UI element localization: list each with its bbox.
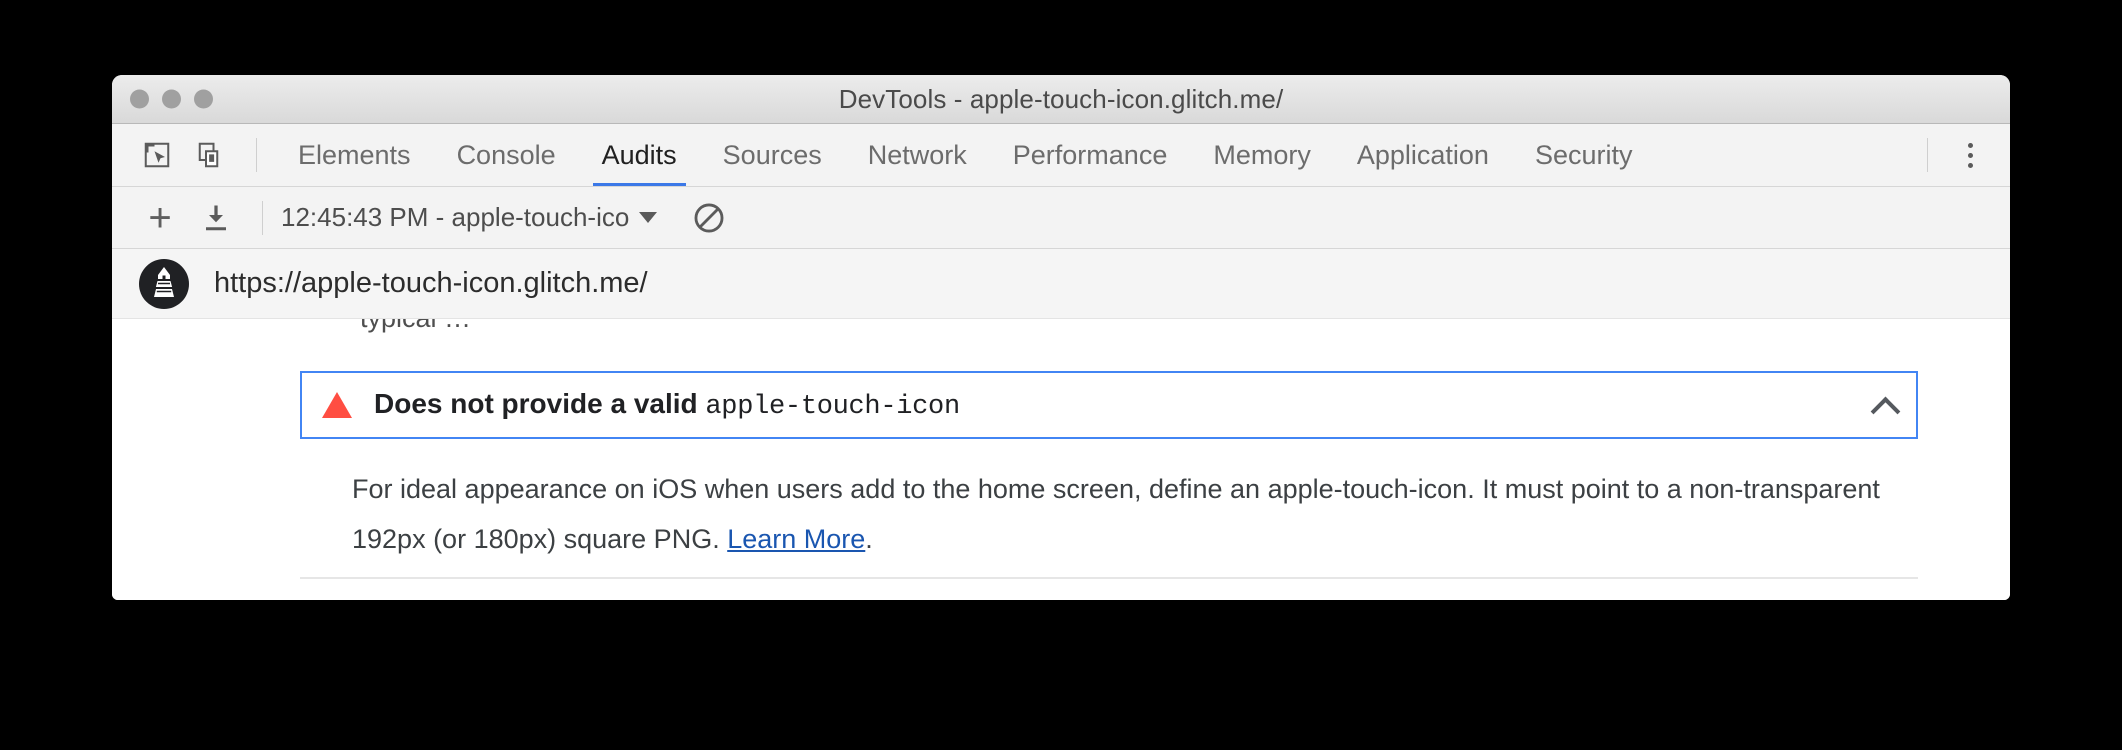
import-audit-icon[interactable] [188,195,244,241]
tab-console[interactable]: Console [434,124,579,186]
more-options-icon[interactable] [1946,132,1994,178]
warning-triangle-icon [322,392,352,418]
tab-label: Application [1356,139,1489,170]
zoom-button[interactable] [194,89,213,109]
audit-item-apple-touch-icon[interactable]: Does not provide a valid apple-touch-ico… [300,371,1918,439]
window-title: DevTools - apple-touch-icon.glitch.me/ [838,83,1284,114]
tab-elements[interactable]: Elements [275,124,434,186]
audit-run-dropdown[interactable]: 12:45:43 PM - apple-touch-ico [281,202,658,233]
audit-title-text: Does not provide a valid [374,388,706,419]
tab-performance[interactable]: Performance [990,124,1191,186]
tab-sources[interactable]: Sources [700,124,845,186]
audit-description-period: . [865,524,873,554]
audit-description-text: For ideal appearance on iOS when users a… [352,474,1880,554]
tab-label: Memory [1213,139,1311,170]
audited-url: https://apple-touch-icon.glitch.me/ [214,267,648,299]
tab-security[interactable]: Security [1512,124,1656,186]
inspect-element-icon[interactable] [130,132,184,178]
chevron-up-icon[interactable] [1872,392,1898,418]
chevron-down-icon [639,212,658,223]
clipped-text-above: typical … [360,319,471,334]
tab-label: Sources [722,139,822,170]
audit-description: For ideal appearance on iOS when users a… [352,464,1947,564]
tab-application[interactable]: Application [1334,124,1512,186]
report-url-row: https://apple-touch-icon.glitch.me/ [112,249,2010,319]
toolbar-divider [256,138,257,172]
tab-label: Elements [298,139,411,170]
tab-memory[interactable]: Memory [1190,124,1334,186]
audit-run-label: 12:45:43 PM - apple-touch-ico [281,202,630,232]
devtools-tabbar: Elements Console Audits Sources Network … [112,124,2010,187]
new-audit-button[interactable]: + [132,195,188,241]
learn-more-link[interactable]: Learn More [727,524,865,554]
traffic-light-group [130,89,213,109]
audits-toolbar: + 12:45:43 PM - apple-touch-ico [112,187,2010,249]
tabbar-right-group [1909,132,2010,178]
tabbar-divider [1927,138,1928,172]
lighthouse-logo [138,258,190,310]
tab-label: Audits [601,139,677,170]
tab-label: Network [867,139,967,170]
minimize-button[interactable] [162,89,181,109]
tab-audits[interactable]: Audits [579,124,700,186]
tab-label: Performance [1012,139,1168,170]
device-toolbar-icon[interactable] [184,132,238,178]
audit-report-body: typical … Does not provide a valid apple… [112,319,2010,600]
window-titlebar: DevTools - apple-touch-icon.glitch.me/ [112,75,2010,124]
audits-toolbar-divider [262,200,263,235]
devtools-window: DevTools - apple-touch-icon.glitch.me/ E… [112,75,2010,600]
tab-network[interactable]: Network [845,124,990,186]
close-button[interactable] [130,89,149,109]
tab-label: Console [456,139,556,170]
kebab-dot [1967,152,1973,158]
tab-label: Security [1534,139,1633,170]
audit-divider [300,577,1918,579]
clear-audits-icon[interactable] [685,195,733,241]
panel-tabs: Elements Console Audits Sources Network … [275,124,1656,186]
kebab-dot [1967,142,1973,148]
audit-title-code: apple-touch-icon [705,392,960,422]
screenshot-stage: DevTools - apple-touch-icon.glitch.me/ E… [0,0,2122,750]
kebab-dot [1967,162,1973,168]
audit-title: Does not provide a valid apple-touch-ico… [374,388,960,422]
